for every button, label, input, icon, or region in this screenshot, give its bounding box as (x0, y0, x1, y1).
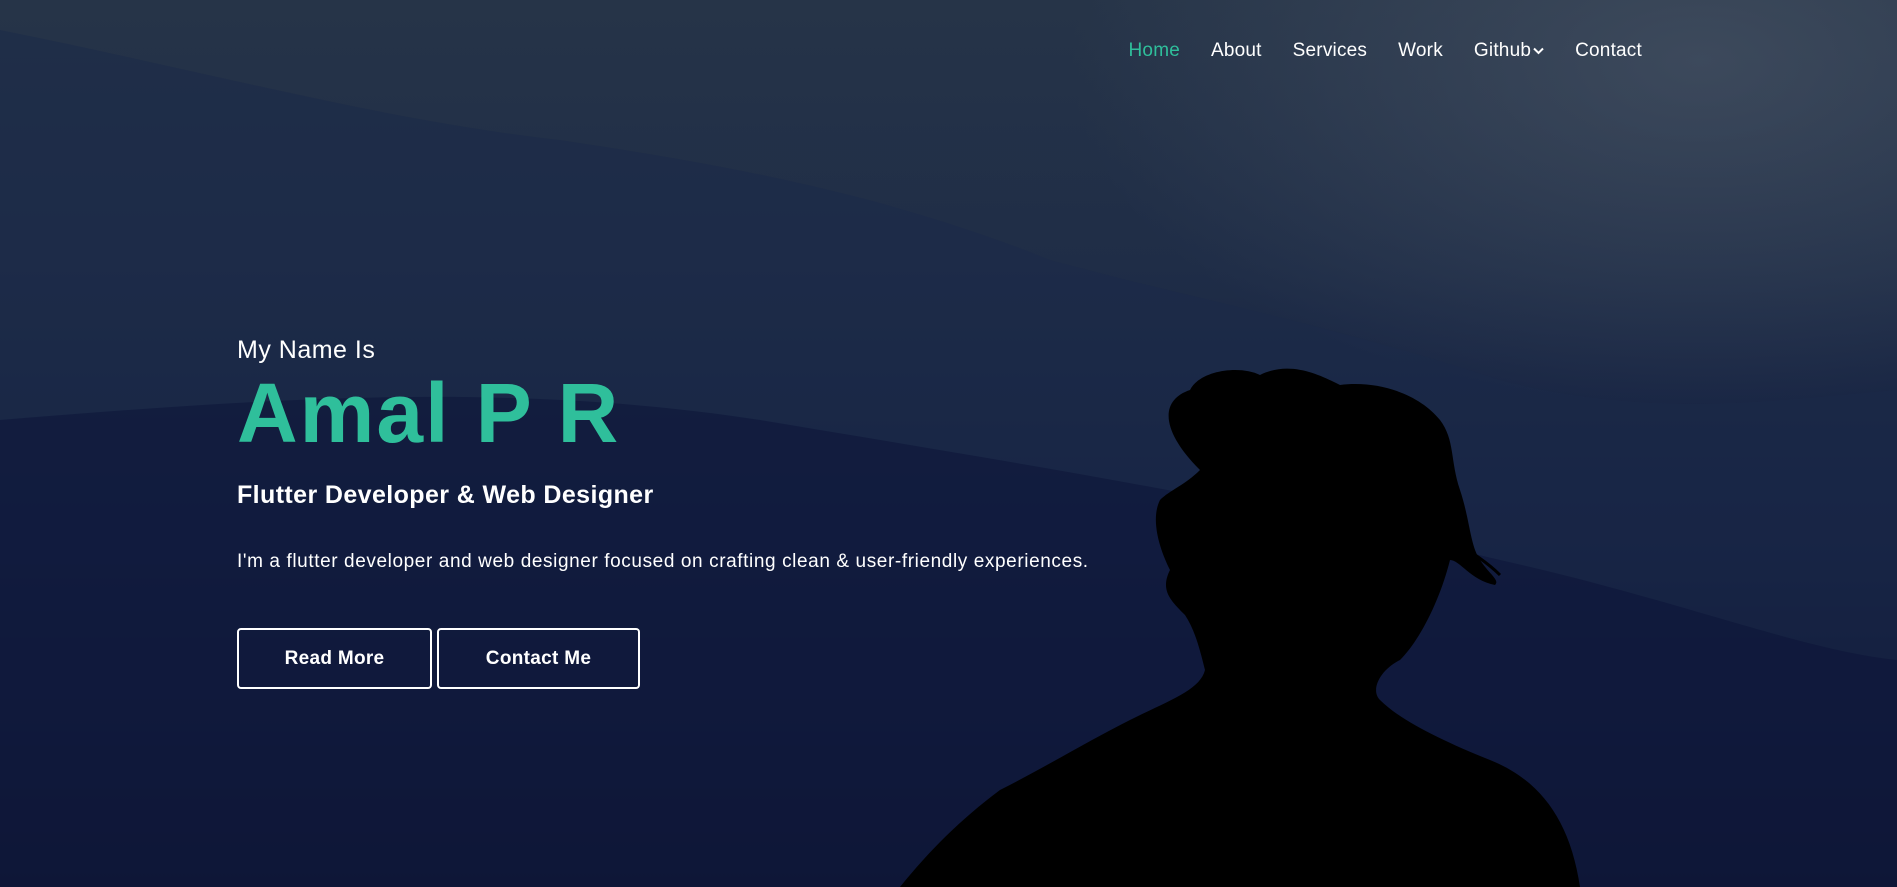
hero-role: Flutter Developer & Web Designer (237, 481, 654, 509)
nav-item-work[interactable]: Work (1398, 40, 1443, 62)
read-more-button[interactable]: Read More (237, 628, 432, 689)
nav-item-home[interactable]: Home (1129, 40, 1180, 62)
hero-name: Amal P R (237, 366, 621, 460)
chevron-down-icon (1533, 47, 1544, 55)
nav-item-github[interactable]: Github (1474, 40, 1544, 62)
hero-description: I'm a flutter developer and web designer… (237, 551, 1089, 572)
hero-intro: My Name Is (237, 336, 376, 364)
nav-item-github-label: Github (1473, 40, 1532, 61)
nav-item-services[interactable]: Services (1293, 40, 1367, 62)
hero-content: My Name Is Amal P R Flutter Developer & … (237, 336, 1089, 689)
nav-item-contact[interactable]: Contact (1575, 40, 1642, 62)
hero-section: Home About Services Work Github Contact … (0, 0, 1897, 887)
nav-item-about[interactable]: About (1211, 40, 1262, 62)
main-nav: Home About Services Work Github Contact (1129, 40, 1642, 62)
hero-buttons: Read More Contact Me (237, 628, 1089, 689)
contact-me-button[interactable]: Contact Me (437, 628, 640, 689)
